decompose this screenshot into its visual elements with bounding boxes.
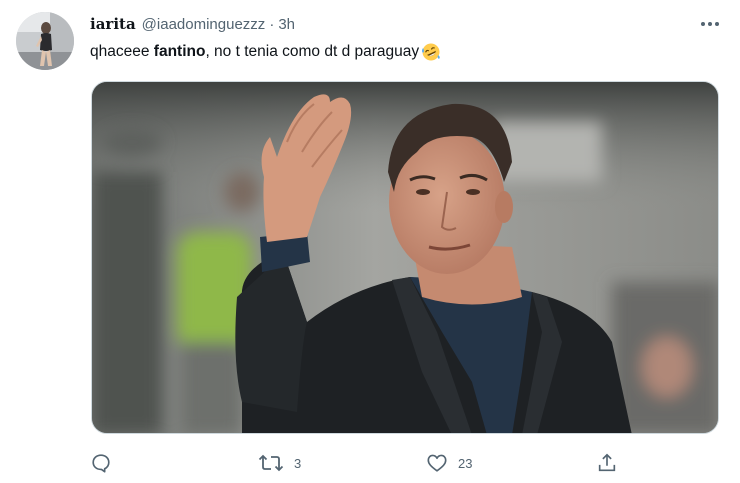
author-display-name[interactable]: iarita — [90, 15, 136, 33]
more-icon — [701, 22, 719, 26]
share-button[interactable] — [596, 448, 628, 478]
like-button[interactable]: 23 — [426, 448, 472, 478]
share-icon — [598, 453, 616, 472]
like-count: 23 — [458, 455, 473, 471]
reply-button[interactable] — [90, 448, 122, 478]
reply-icon — [92, 454, 110, 473]
tweet-actions: 3 23 — [90, 448, 630, 478]
tweet[interactable]: iarita @iaadominguezzz · 3h qhaceee fant… — [0, 0, 740, 483]
more-options-button[interactable] — [697, 14, 723, 34]
rolling-on-floor-laughing-emoji-icon — [421, 42, 441, 62]
tweet-timestamp[interactable]: 3h — [278, 16, 295, 33]
avatar[interactable] — [16, 12, 74, 70]
tweet-text-prefix: qhaceee — [90, 43, 154, 60]
separator-dot: · — [269, 15, 275, 33]
tweet-text-suffix: , no t tenia como dt d paraguay — [205, 43, 420, 60]
retweet-button[interactable]: 3 — [258, 448, 301, 478]
retweet-icon — [258, 454, 284, 472]
retweet-count: 3 — [294, 455, 302, 471]
tweet-text-bold[interactable]: fantino — [154, 42, 206, 62]
heart-icon — [427, 454, 447, 472]
tweet-photo[interactable] — [91, 81, 719, 434]
author-handle[interactable]: @iaadominguezzz — [142, 16, 266, 33]
tweet-text: qhaceee fantino, no t tenia como dt d pa… — [90, 42, 441, 62]
tweet-header: iarita @iaadominguezzz · 3h — [90, 14, 295, 34]
